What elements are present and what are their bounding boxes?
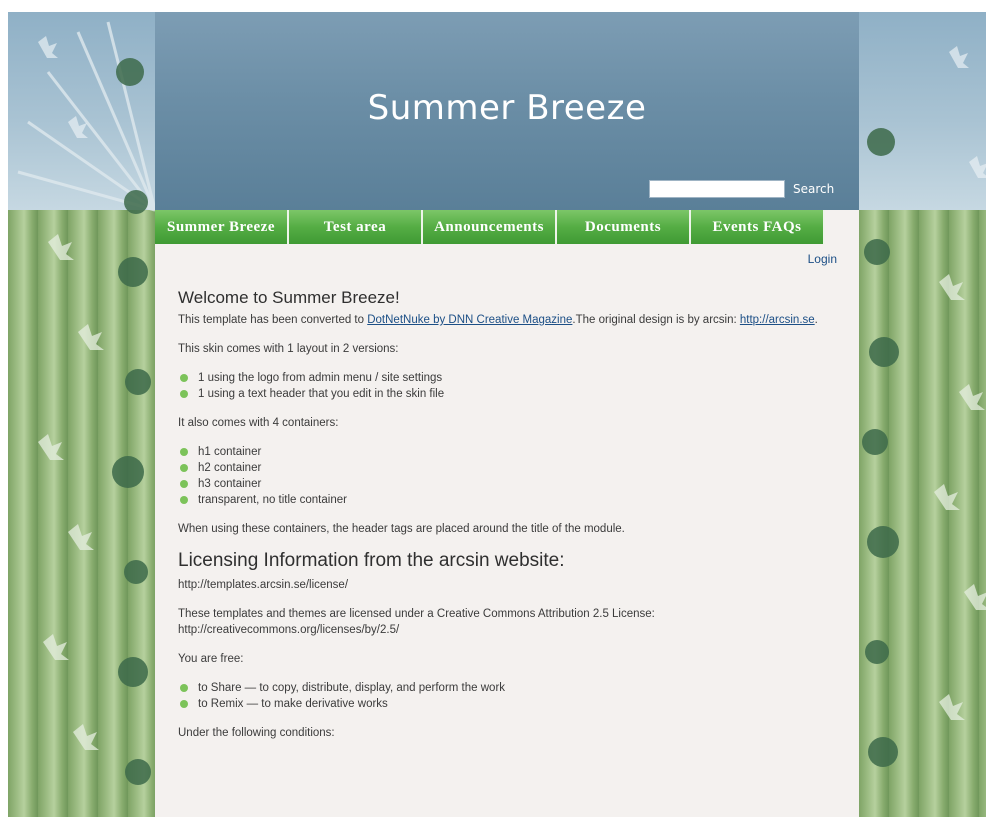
search-input[interactable]: [649, 180, 785, 198]
nav-tab-events-faqs[interactable]: Events FAQs: [691, 210, 825, 244]
license-text: These templates and themes are licensed …: [178, 608, 655, 620]
license-cc-url: http://creativecommons.org/licenses/by/2…: [178, 624, 400, 636]
arcsin-link[interactable]: http://arcsin.se: [740, 314, 815, 326]
site-title: Summer Breeze: [367, 88, 647, 128]
right-floral-pattern-icon: [862, 46, 986, 767]
page-frame: Summer Breeze Search Summer Breeze Test …: [8, 12, 986, 817]
left-floral-pattern-icon: [17, 21, 155, 785]
main-nav: Summer Breeze Test area Announcements Do…: [155, 210, 825, 244]
login-link[interactable]: Login: [808, 252, 837, 266]
free-paragraph: You are free:: [178, 653, 244, 665]
intro-text-2: .The original design is by arcsin:: [572, 314, 740, 326]
layout-paragraph: This skin comes with 1 layout in 2 versi…: [178, 343, 399, 355]
nav-tab-summer-breeze[interactable]: Summer Breeze: [155, 210, 289, 244]
search-button[interactable]: Search: [793, 182, 834, 196]
containers-list: h1 container h2 container h3 container t…: [178, 444, 838, 508]
article-body: Welcome to Summer Breeze! This template …: [178, 288, 838, 754]
list-item: transparent, no title container: [178, 492, 838, 508]
list-item: 1 using the logo from admin menu / site …: [178, 370, 838, 386]
intro-end: .: [814, 314, 818, 326]
layout-list: 1 using the logo from admin menu / site …: [178, 370, 838, 402]
intro-text: This template has been converted to: [178, 314, 368, 326]
containers-note: When using these containers, the header …: [178, 523, 625, 535]
licensing-heading: Licensing Information from the arcsin we…: [178, 550, 565, 571]
intro-paragraph: This template has been converted to DotN…: [178, 312, 838, 328]
nav-tab-documents[interactable]: Documents: [557, 210, 691, 244]
welcome-heading: Welcome to Summer Breeze!: [178, 288, 400, 307]
containers-paragraph: It also comes with 4 containers:: [178, 417, 339, 429]
right-decoration: [859, 12, 986, 817]
list-item: 1 using a text header that you edit in t…: [178, 386, 838, 402]
list-item: h3 container: [178, 476, 838, 492]
list-item: to Remix — to make derivative works: [178, 696, 838, 712]
main-content: Summer Breeze Test area Announcements Do…: [155, 210, 859, 817]
site-header: Summer Breeze Search: [155, 12, 859, 210]
conditions-paragraph: Under the following conditions:: [178, 727, 335, 739]
nav-tab-announcements[interactable]: Announcements: [423, 210, 557, 244]
list-item: h1 container: [178, 444, 838, 460]
list-item: to Share — to copy, distribute, display,…: [178, 680, 838, 696]
license-url: http://templates.arcsin.se/license/: [178, 579, 349, 591]
free-list: to Share — to copy, distribute, display,…: [178, 680, 838, 712]
left-decoration: [8, 12, 155, 817]
nav-tab-test-area[interactable]: Test area: [289, 210, 423, 244]
license-paragraph: These templates and themes are licensed …: [178, 606, 838, 638]
dnn-creative-link[interactable]: DotNetNuke by DNN Creative Magazine: [367, 314, 572, 326]
list-item: h2 container: [178, 460, 838, 476]
